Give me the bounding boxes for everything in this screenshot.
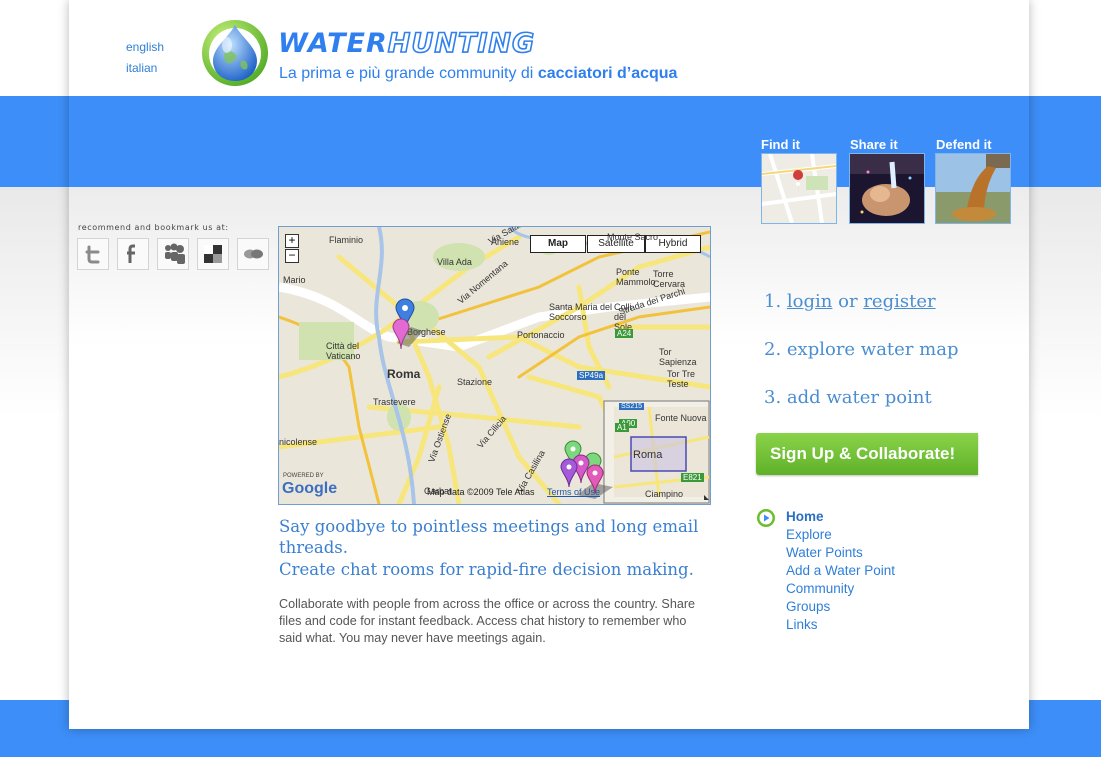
- technorati-button[interactable]: [237, 238, 269, 270]
- technorati-icon: [244, 249, 263, 259]
- map-label: Città del Vaticano: [326, 341, 361, 361]
- nav-explore[interactable]: Explore: [786, 527, 832, 542]
- nav-add-water-point[interactable]: Add a Water Point: [786, 563, 895, 578]
- map-attribution: Map data ©2009 Tele Atlas: [427, 487, 535, 497]
- step-1-number: 1.: [764, 291, 782, 312]
- map-terms-link[interactable]: Terms of Use: [547, 487, 600, 497]
- map-label: Tor Sapienza: [659, 347, 697, 367]
- map-label: Stazione: [457, 377, 493, 387]
- pipe-water-image: [936, 154, 1010, 223]
- step-2-explore-water-map[interactable]: 2. explore water map: [764, 339, 958, 360]
- map-zoom-in-button[interactable]: +: [285, 234, 299, 248]
- nav-groups[interactable]: Groups: [786, 599, 830, 614]
- map-type-map-button[interactable]: Map: [530, 235, 586, 253]
- register-link[interactable]: register: [863, 291, 935, 312]
- map-label: nicolense: [279, 437, 318, 447]
- tagline: La prima e più grande community di cacci…: [279, 65, 677, 83]
- map-road-badge: SP49a: [577, 371, 606, 380]
- nav-water-points[interactable]: Water Points: [786, 545, 863, 560]
- map-label: Mario: [283, 275, 306, 285]
- signup-button[interactable]: Sign Up & Collaborate!: [756, 433, 978, 475]
- logo-word-water: WATER: [278, 28, 388, 59]
- water-map[interactable]: + − Map Satellite Hybrid Flaminio Villa …: [278, 226, 711, 505]
- map-inset-label: Ciampino: [645, 489, 684, 499]
- map-inset-label: Roma: [633, 449, 663, 461]
- login-link[interactable]: login: [787, 291, 832, 312]
- language-italian-link[interactable]: italian: [126, 61, 157, 75]
- map-label: Torre Cervara: [653, 269, 686, 289]
- myspace-icon: [165, 243, 185, 264]
- nav-home[interactable]: Home: [786, 509, 824, 524]
- facebook-button[interactable]: [117, 238, 149, 270]
- twitter-icon: [85, 245, 100, 264]
- share-it-label: Share it: [850, 137, 898, 152]
- delicious-icon: [204, 245, 222, 263]
- water-point-marker[interactable]: [389, 297, 429, 357]
- map-zoom-out-button[interactable]: −: [285, 249, 299, 263]
- map-road-badge: A1: [615, 423, 629, 432]
- language-english-link[interactable]: english: [126, 40, 164, 54]
- map-powered-by: POWERED BY: [283, 473, 324, 479]
- step-1: 1. login or register: [764, 291, 936, 312]
- defend-it-thumbnail[interactable]: [935, 153, 1011, 224]
- nav-community[interactable]: Community: [786, 581, 854, 596]
- facebook-icon: [127, 244, 135, 263]
- recommend-label: recommend and bookmark us at:: [78, 223, 229, 232]
- tagline-highlight: cacciatori d’acqua: [537, 65, 678, 82]
- logo-word-hunting: HUNTING: [387, 27, 536, 60]
- logo-globe-icon[interactable]: [201, 19, 269, 87]
- step-1-or: or: [838, 291, 858, 312]
- map-label: Aniene: [491, 237, 520, 247]
- share-it-thumbnail[interactable]: [849, 153, 925, 224]
- map-label: Portonaccio: [517, 330, 565, 340]
- myspace-button[interactable]: [157, 238, 189, 270]
- step-3-add-water-point[interactable]: 3. add water point: [764, 387, 932, 408]
- map-label: Santa Maria del Soccorso: [549, 302, 613, 322]
- defend-it-label: Defend it: [936, 137, 992, 152]
- delicious-button[interactable]: [197, 238, 229, 270]
- tagline-prefix: La prima e più grande community di: [279, 65, 534, 82]
- map-label: Roma: [387, 367, 421, 381]
- twitter-button[interactable]: [77, 238, 109, 270]
- map-label: Tor Tre Teste: [667, 369, 696, 389]
- hands-water-image: [850, 154, 924, 223]
- map-road-badge: SS215: [619, 403, 645, 410]
- nav-links[interactable]: Links: [786, 617, 818, 632]
- find-it-label: Find it: [761, 137, 800, 152]
- map-road-badge: E821: [681, 473, 704, 482]
- map-thumbnail-image: [762, 154, 836, 223]
- find-it-thumbnail[interactable]: [761, 153, 837, 224]
- google-logo: Google: [282, 480, 338, 497]
- map-inset-label: Fonte Nuova: [655, 413, 707, 423]
- play-arrow-icon: [757, 509, 775, 527]
- intro-paragraph: Collaborate with people from across the …: [279, 597, 696, 645]
- map-label: Monte Sacro: [607, 232, 659, 242]
- headline-line-2: Create chat rooms for rapid-fire decisio…: [279, 560, 694, 579]
- map-label: Trastevere: [373, 397, 416, 407]
- headline-line-1: Say goodbye to pointless meetings and lo…: [279, 517, 699, 557]
- map-label: Flaminio: [329, 235, 364, 245]
- map-road-badge: A24: [615, 329, 634, 338]
- logo-wordmark[interactable]: WATERHUNTING: [278, 27, 536, 60]
- map-label: Villa Ada: [437, 257, 472, 267]
